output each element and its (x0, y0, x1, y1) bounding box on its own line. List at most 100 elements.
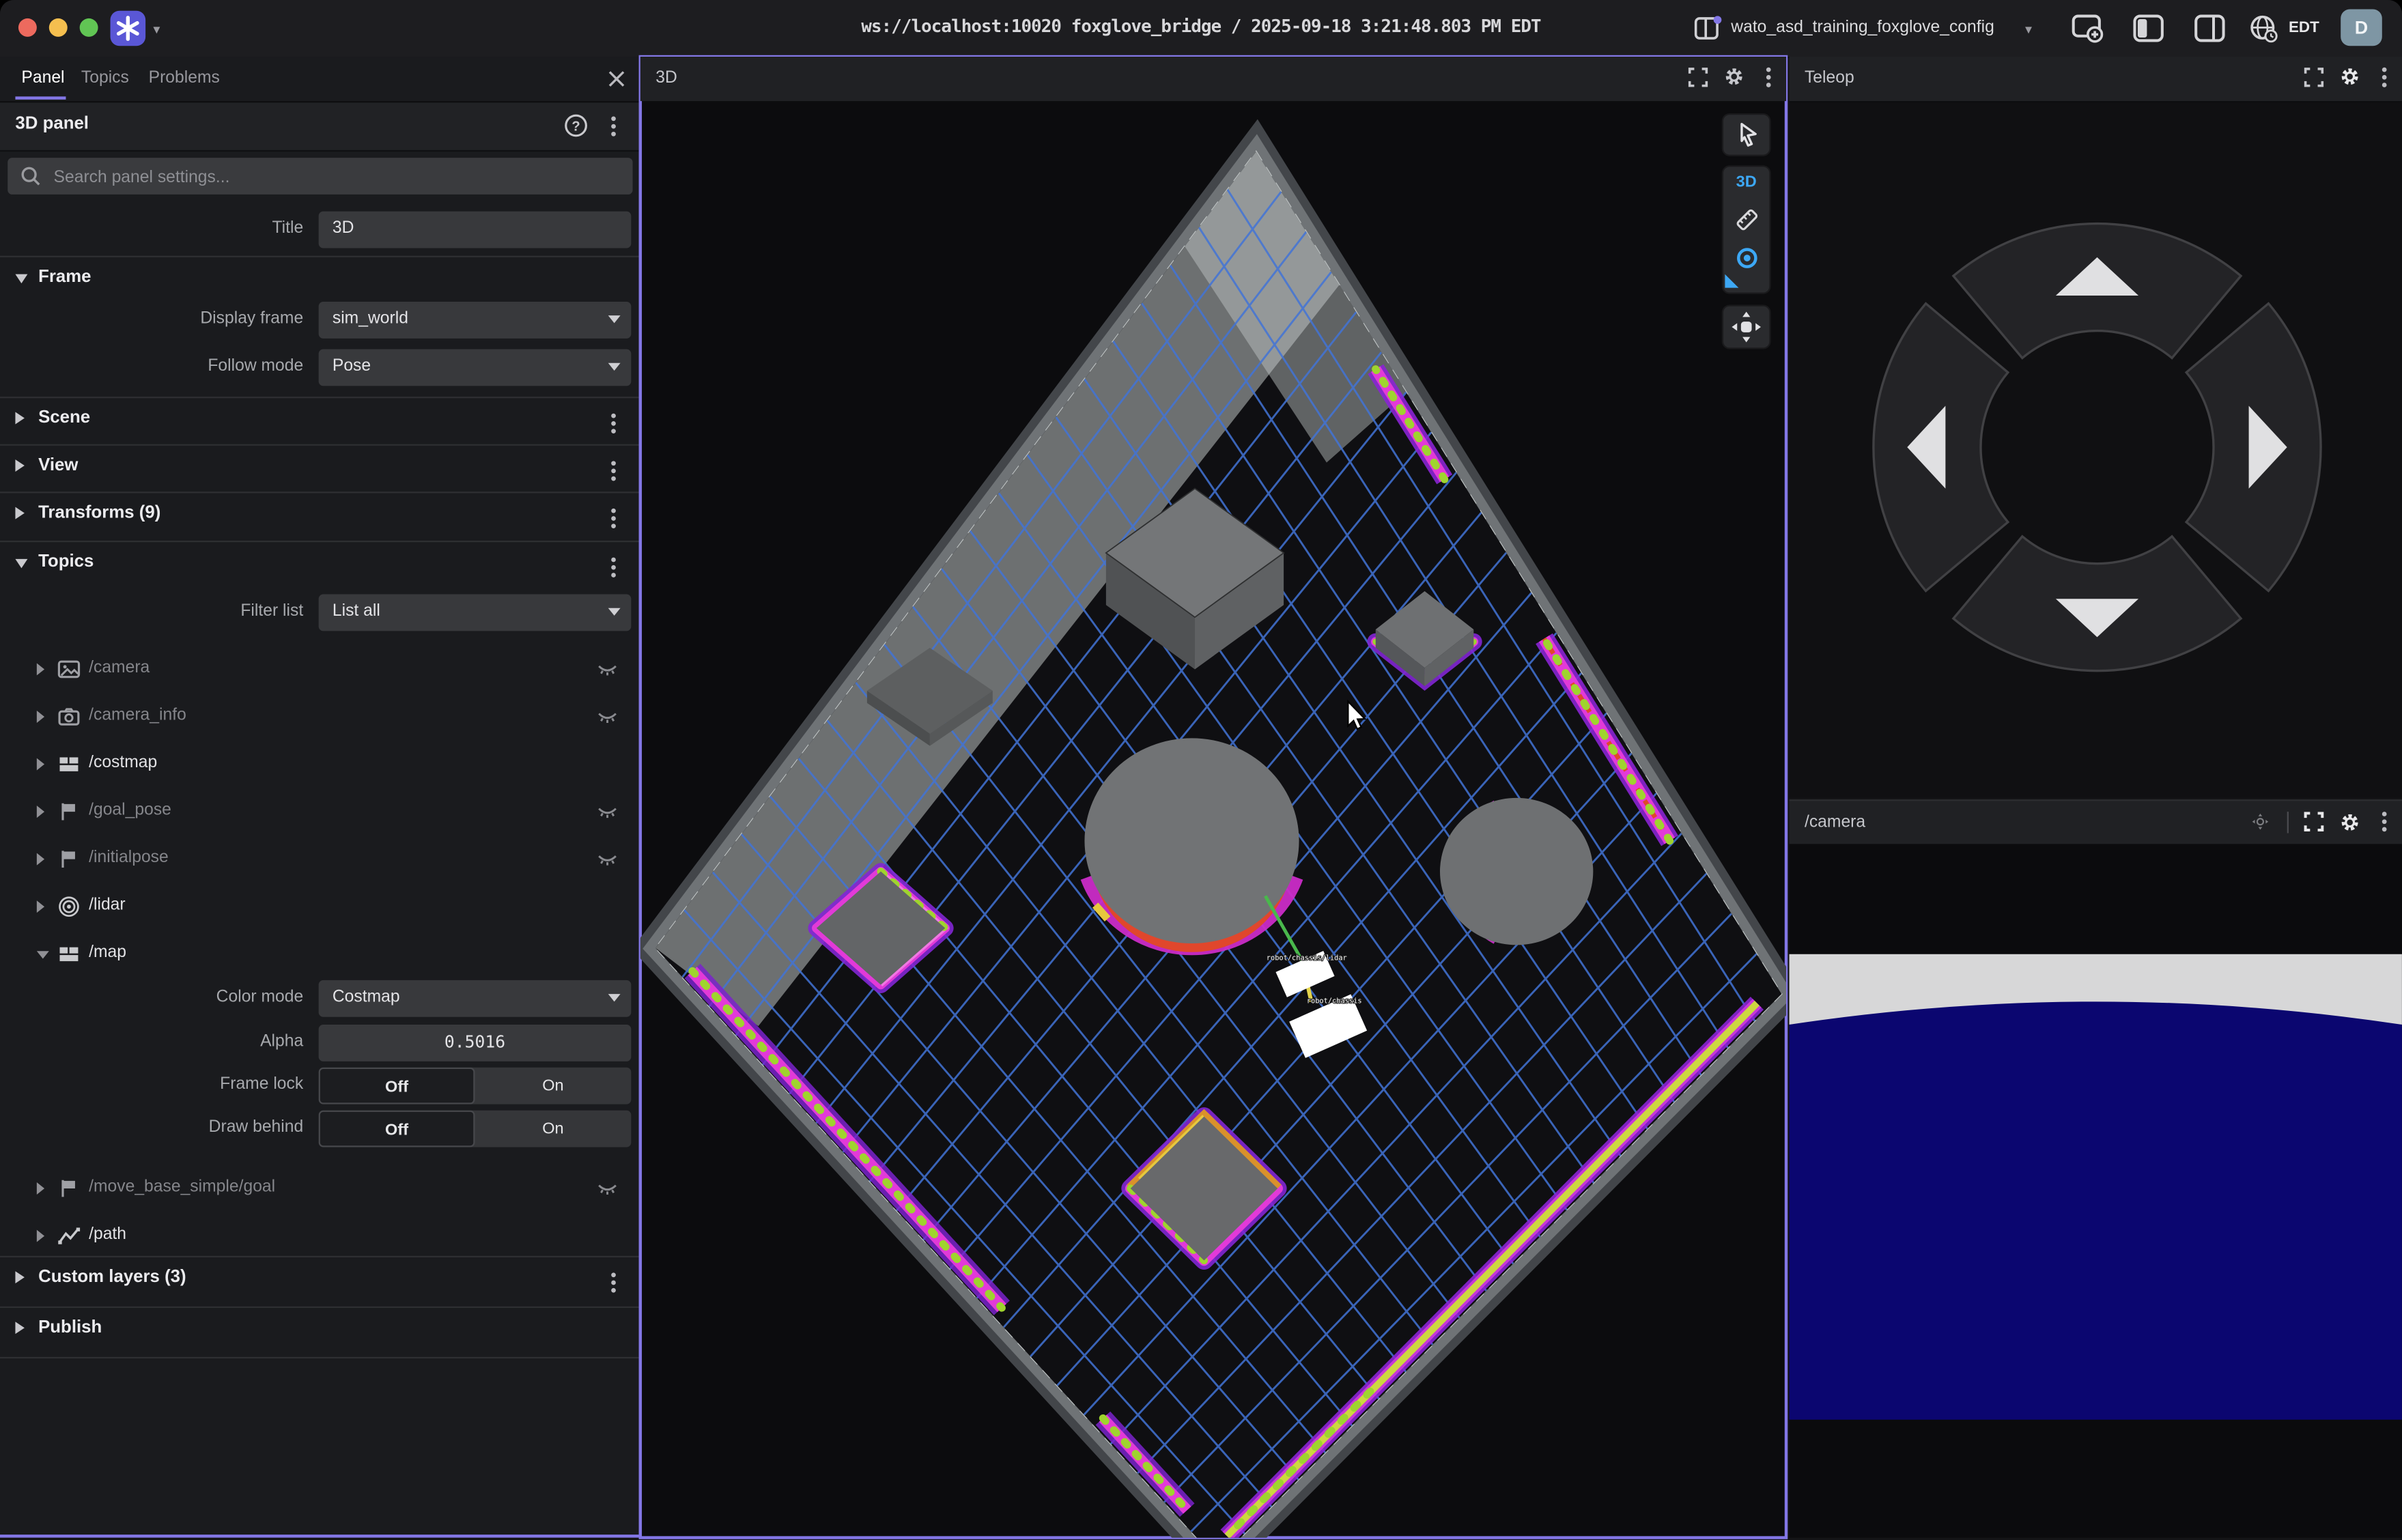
eye-closed-icon[interactable] (596, 706, 619, 727)
topic-row-lidar[interactable]: /lidar (0, 887, 640, 926)
section-frame[interactable]: Frame (15, 268, 625, 296)
topic-row-move-base-simple-goal[interactable]: /move_base_simple/goal (0, 1169, 640, 1208)
help-icon[interactable]: ? (564, 113, 589, 138)
eye-closed-icon[interactable] (596, 1178, 619, 1199)
section-menu-kebab[interactable] (611, 421, 616, 426)
alpha-input[interactable]: 0.5016 (319, 1025, 632, 1061)
gear-icon[interactable] (2339, 811, 2360, 832)
search-input[interactable] (51, 158, 623, 197)
frame-lock-off-button[interactable]: Off (319, 1068, 475, 1104)
eye-closed-icon[interactable] (596, 659, 619, 680)
tab-panel[interactable]: Panel (21, 69, 64, 87)
topic-row-map[interactable]: /map (0, 935, 640, 974)
draw-behind-off-button[interactable]: Off (319, 1111, 475, 1147)
section-menu-kebab[interactable] (611, 469, 616, 474)
chevron-right-icon[interactable] (37, 758, 44, 771)
chevron-down-icon[interactable] (37, 951, 49, 958)
topic-row-costmap[interactable]: /costmap (0, 744, 640, 784)
color-mode-select[interactable]: Costmap (319, 980, 632, 1017)
eye-closed-icon[interactable] (596, 849, 619, 870)
chevron-down-icon (15, 274, 27, 283)
eye-closed-icon[interactable] (596, 801, 619, 822)
draw-behind-on-button[interactable]: On (475, 1111, 632, 1147)
teleop-panel-header[interactable]: Teleop (1790, 57, 2402, 102)
gear-icon[interactable] (1723, 66, 1744, 87)
section-scene[interactable]: Scene (15, 409, 625, 436)
fullscreen-icon[interactable] (2304, 67, 2323, 87)
section-menu-kebab[interactable] (611, 565, 616, 570)
gear-icon[interactable] (2339, 66, 2360, 87)
follow-mode-select[interactable]: Pose (319, 350, 632, 386)
zoom-window-button[interactable] (80, 18, 98, 37)
chevron-down-icon[interactable]: ▾ (153, 21, 160, 38)
search-icon (20, 165, 41, 186)
panel-kebab[interactable] (1766, 74, 1771, 79)
section-custom-layers[interactable]: Custom layers (3) (15, 1268, 625, 1296)
divider (0, 1307, 640, 1308)
search-panel-settings[interactable] (8, 158, 632, 195)
chevron-right-icon[interactable] (37, 711, 44, 723)
publish-point-icon[interactable] (1736, 246, 1759, 270)
pan-zoom-icon[interactable] (2249, 810, 2272, 833)
chevron-right-icon[interactable] (37, 900, 44, 913)
section-menu-kebab[interactable] (611, 1281, 616, 1285)
layout-chevron-icon[interactable]: ▾ (2025, 21, 2032, 38)
panel-settings-header: 3D panel ? (0, 101, 640, 152)
topic-row-camera[interactable]: /camera (0, 649, 640, 689)
add-panel-icon[interactable] (2071, 14, 2104, 43)
topic-row-path[interactable]: /path (0, 1216, 640, 1255)
section-menu-kebab[interactable] (611, 516, 616, 521)
section-view[interactable]: View (15, 457, 625, 484)
chevron-right-icon[interactable] (37, 1182, 44, 1195)
left-sidebar-toggle-icon[interactable] (2132, 14, 2164, 43)
camera-image (1790, 844, 2402, 1537)
camera-panel-header[interactable]: /camera (1790, 799, 2402, 847)
chevron-right-icon (15, 412, 24, 425)
chevron-right-icon[interactable] (37, 853, 44, 866)
filter-list-select[interactable]: List all (319, 595, 632, 631)
3d-panel-header[interactable]: 3D (640, 57, 1786, 101)
foxglove-logo[interactable] (111, 11, 146, 46)
pan-tool-button[interactable] (1723, 306, 1769, 348)
3d-scene-canvas[interactable]: robot/chassis/lidar robot/chassis (640, 101, 1786, 1537)
camera-panel[interactable]: /camera (1790, 799, 2402, 1537)
minimize-window-button[interactable] (49, 18, 68, 37)
avatar[interactable]: D (2341, 9, 2382, 46)
timezone-globe-icon[interactable] (2249, 14, 2280, 44)
close-icon[interactable] (606, 69, 626, 89)
alpha-value: 0.5016 (319, 1032, 632, 1052)
title-field[interactable]: 3D (319, 212, 632, 248)
layout-name[interactable]: wato_asd_training_foxglove_config (1731, 18, 1994, 37)
teleop-panel[interactable]: Teleop (1790, 57, 2402, 798)
topic-row-goal-pose[interactable]: /goal_pose (0, 792, 640, 831)
frame-lock-toggle: Off On (319, 1068, 632, 1104)
topic-row-camera-info[interactable]: /camera_info (0, 697, 640, 737)
panel-kebab[interactable] (2382, 819, 2387, 824)
section-topics[interactable]: Topics (15, 553, 625, 580)
ruler-icon[interactable] (1734, 207, 1760, 233)
right-sidebar-toggle-icon[interactable] (2194, 14, 2226, 43)
tab-topics[interactable]: Topics (81, 69, 129, 87)
chevron-right-icon[interactable] (37, 663, 44, 675)
panel-kebab[interactable] (2382, 74, 2387, 79)
section-transforms[interactable]: Transforms (9) (15, 504, 625, 531)
flag-icon (57, 799, 81, 824)
fullscreen-icon[interactable] (2304, 812, 2323, 831)
frame-lock-on-button[interactable]: On (475, 1068, 632, 1104)
section-publish[interactable]: Publish (15, 1319, 625, 1346)
topic-row-initialpose[interactable]: /initialpose (0, 839, 640, 879)
tab-problems[interactable]: Problems (149, 69, 220, 87)
chevron-right-icon[interactable] (37, 805, 44, 818)
divider (0, 1357, 640, 1358)
selection-tool-button[interactable] (1723, 115, 1769, 154)
timezone-label[interactable]: EDT (2289, 20, 2319, 37)
3d-mode-button[interactable]: 3D (1723, 173, 1769, 192)
fullscreen-icon[interactable] (1688, 67, 1708, 87)
section-scene-label: Scene (38, 409, 90, 427)
close-window-button[interactable] (18, 18, 37, 37)
display-frame-select[interactable]: sim_world (319, 302, 632, 339)
3d-panel[interactable]: 3D (640, 57, 1786, 1538)
alpha-label: Alpha (12, 1032, 303, 1051)
panel-menu-kebab[interactable] (611, 124, 616, 129)
chevron-right-icon[interactable] (37, 1230, 44, 1242)
